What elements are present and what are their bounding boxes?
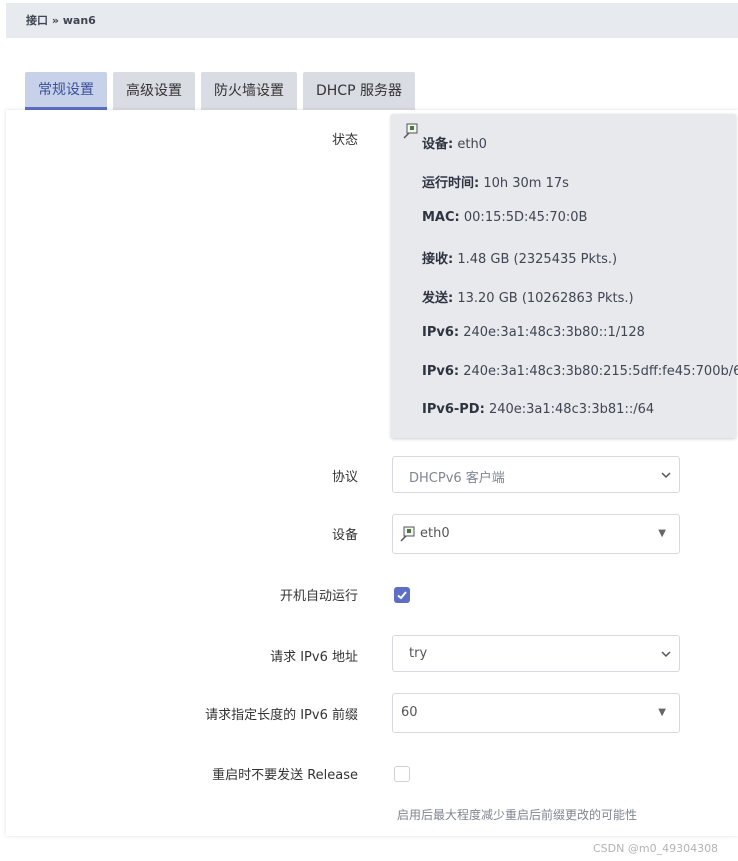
device-dropdown[interactable]: eth0 ▼ — [392, 514, 680, 554]
chevron-down-icon — [659, 468, 673, 486]
status-line-uptime: 运行时间: 10h 30m 17s — [422, 176, 569, 191]
norelease-label: 重启时不要发送 Release — [212, 768, 358, 783]
tab-advanced-settings[interactable]: 高级设置 — [113, 72, 195, 110]
watermark: CSDN @m0_49304308 — [593, 842, 719, 855]
reqaddress-select[interactable]: try — [392, 635, 680, 672]
status-line-mac: MAC: 00:15:5D:45:70:0B — [422, 210, 588, 225]
tab-general-settings[interactable]: 常规设置 — [25, 72, 107, 110]
tab-firewall-settings[interactable]: 防火墙设置 — [201, 72, 297, 110]
reqaddress-label: 请求 IPv6 地址 — [270, 650, 358, 665]
tab-bar: 常规设置 高级设置 防火墙设置 DHCP 服务器 — [25, 72, 421, 110]
protocol-value: DHCPv6 客户端 — [409, 471, 505, 486]
device-label: 设备 — [331, 528, 358, 543]
tab-dhcp-server[interactable]: DHCP 服务器 — [303, 72, 415, 110]
norelease-hint: 启用后最大程度减少重启后前缀更改的可能性 — [397, 808, 638, 822]
status-line-rx: 接收: 1.48 GB (2325435 Pkts.) — [422, 252, 618, 267]
autostart-checkbox[interactable] — [394, 587, 410, 603]
reqprefix-label: 请求指定长度的 IPv6 前缀 — [205, 708, 358, 723]
status-box: 设备: eth0 运行时间: 10h 30m 17s MAC: 00:15:5D… — [391, 114, 738, 438]
protocol-label: 协议 — [331, 470, 358, 485]
breadcrumb: 接口 » wan6 — [6, 3, 738, 38]
protocol-select[interactable]: DHCPv6 客户端 — [392, 456, 680, 493]
reqprefix-value: 60 — [401, 705, 418, 720]
norelease-checkbox[interactable] — [394, 766, 410, 782]
status-line-device: 设备: eth0 — [422, 137, 487, 152]
device-value: eth0 — [420, 526, 450, 541]
check-icon — [397, 591, 407, 600]
status-line-ipv6-2: IPv6: 240e:3a1:48c3:3b80:215:5dff:fe45:7… — [422, 364, 738, 379]
reqprefix-combobox[interactable]: 60 ▼ — [392, 693, 680, 733]
caret-down-icon: ▼ — [658, 528, 666, 539]
status-line-tx: 发送: 13.20 GB (10262863 Pkts.) — [422, 291, 634, 306]
network-port-icon — [403, 123, 419, 143]
status-line-ipv6-1: IPv6: 240e:3a1:48c3:3b80::1/128 — [422, 325, 645, 340]
network-port-icon — [400, 526, 416, 546]
reqaddress-value: try — [409, 646, 428, 661]
caret-down-icon: ▼ — [658, 707, 666, 718]
autostart-label: 开机自动运行 — [279, 589, 358, 604]
chevron-down-icon — [659, 647, 673, 665]
status-line-ipv6-pd: IPv6-PD: 240e:3a1:48c3:3b81::/64 — [422, 402, 655, 417]
status-label: 状态 — [331, 133, 358, 148]
